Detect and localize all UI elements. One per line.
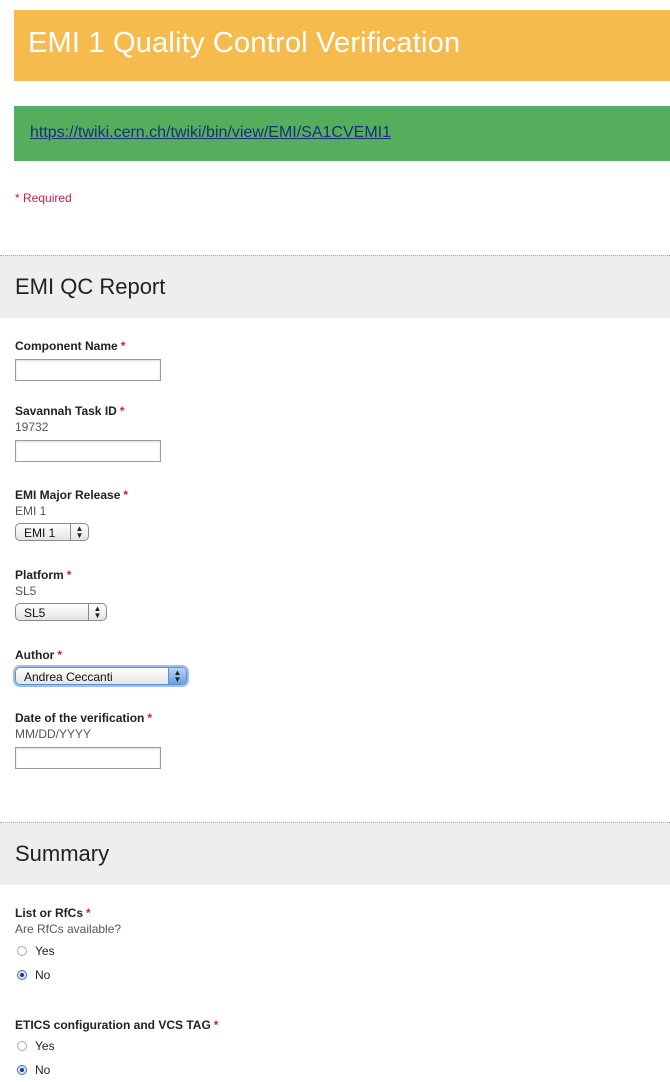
radio-label: Yes [35, 944, 55, 958]
required-asterisk: * [66, 568, 72, 582]
required-asterisk: * [57, 648, 62, 662]
field-etics-config: ETICS configuration and VCS TAG * Yes No [15, 1018, 218, 1082]
required-asterisk: * [86, 906, 91, 920]
date-verification-input[interactable] [15, 747, 161, 769]
required-asterisk: * [120, 339, 126, 353]
label-text: Author [15, 648, 55, 662]
radio-button[interactable] [17, 946, 27, 956]
field-date-verification: Date of the verification * MM/DD/YYYY [15, 711, 161, 769]
up-down-chevron-icon: ▲ ▼ [168, 668, 186, 684]
field-emi-major-release: EMI Major Release * EMI 1 EMI 1 ▲ ▼ [15, 488, 128, 542]
form-title: EMI 1 Quality Control Verification [28, 27, 461, 59]
field-component-name: Component Name * [15, 339, 161, 381]
field-help-text: Are RfCs available? [15, 922, 122, 936]
select-value: Andrea Ceccanti [24, 670, 113, 684]
field-label: Savannah Task ID * [15, 404, 161, 418]
required-asterisk: * [147, 711, 153, 725]
label-text: List or RfCs [15, 906, 84, 920]
up-down-chevron-icon: ▲ ▼ [88, 604, 106, 620]
required-asterisk: * [213, 1018, 219, 1032]
author-select[interactable]: Andrea Ceccanti ▲ ▼ [15, 667, 187, 685]
field-label: Component Name * [15, 339, 161, 353]
radio-label: Yes [35, 1039, 55, 1053]
radio-button-selected[interactable] [17, 970, 27, 980]
emi-major-release-select[interactable]: EMI 1 ▲ ▼ [15, 523, 89, 541]
radio-option-yes[interactable]: Yes [17, 1034, 218, 1058]
up-down-chevron-icon: ▲ ▼ [70, 524, 88, 540]
label-text: EMI Major Release [15, 488, 121, 502]
radio-group: Yes No [15, 1034, 218, 1082]
field-help-text: MM/DD/YYYY [15, 727, 92, 741]
field-savannah-task-id: Savannah Task ID * 19732 [15, 404, 161, 462]
section-header-summary: Summary [0, 822, 670, 885]
label-text: Platform [15, 568, 64, 582]
field-label: EMI Major Release * [15, 488, 128, 502]
label-text: Date of the verification [15, 711, 145, 725]
field-label: ETICS configuration and VCS TAG * [15, 1018, 218, 1032]
twiki-link[interactable]: https://twiki.cern.ch/twiki/bin/view/EMI… [30, 124, 391, 142]
field-label: Platform * [15, 568, 107, 582]
radio-label: No [35, 968, 51, 982]
label-text: Component Name [15, 339, 118, 353]
field-author: Author * Andrea Ceccanti ▲ ▼ [15, 648, 187, 686]
label-text: Savannah Task ID [15, 404, 117, 418]
field-list-rfcs: List or RfCs * Are RfCs available? Yes No [15, 906, 121, 987]
radio-option-no[interactable]: No [17, 1058, 218, 1082]
radio-group: Yes No [15, 939, 121, 987]
radio-button[interactable] [17, 1041, 27, 1051]
field-help-text: 19732 [15, 420, 49, 434]
field-help-text: SL5 [15, 584, 37, 598]
field-label: List or RfCs * [15, 906, 121, 920]
required-asterisk: * [119, 404, 125, 418]
select-value: SL5 [24, 606, 46, 620]
field-platform: Platform * SL5 SL5 ▲ ▼ [15, 568, 107, 622]
component-name-input[interactable] [15, 359, 161, 381]
form-description-bar: https://twiki.cern.ch/twiki/bin/view/EMI… [14, 106, 670, 161]
field-help-text: EMI 1 [15, 504, 47, 518]
select-value: EMI 1 [24, 526, 56, 540]
radio-option-no[interactable]: No [17, 963, 121, 987]
platform-select[interactable]: SL5 ▲ ▼ [15, 603, 107, 621]
radio-option-yes[interactable]: Yes [17, 939, 121, 963]
savannah-task-id-input[interactable] [15, 440, 161, 462]
field-label: Date of the verification * [15, 711, 161, 725]
required-asterisk: * [123, 488, 129, 502]
required-note: * Required [15, 191, 72, 205]
section-title: EMI QC Report [15, 274, 166, 299]
form-title-bar: EMI 1 Quality Control Verification [14, 10, 670, 81]
field-label: Author * [15, 648, 187, 662]
label-text: ETICS configuration and VCS TAG [15, 1018, 211, 1032]
section-header-qc-report: EMI QC Report [0, 255, 670, 318]
section-title: Summary [15, 841, 110, 866]
radio-label: No [35, 1063, 51, 1077]
